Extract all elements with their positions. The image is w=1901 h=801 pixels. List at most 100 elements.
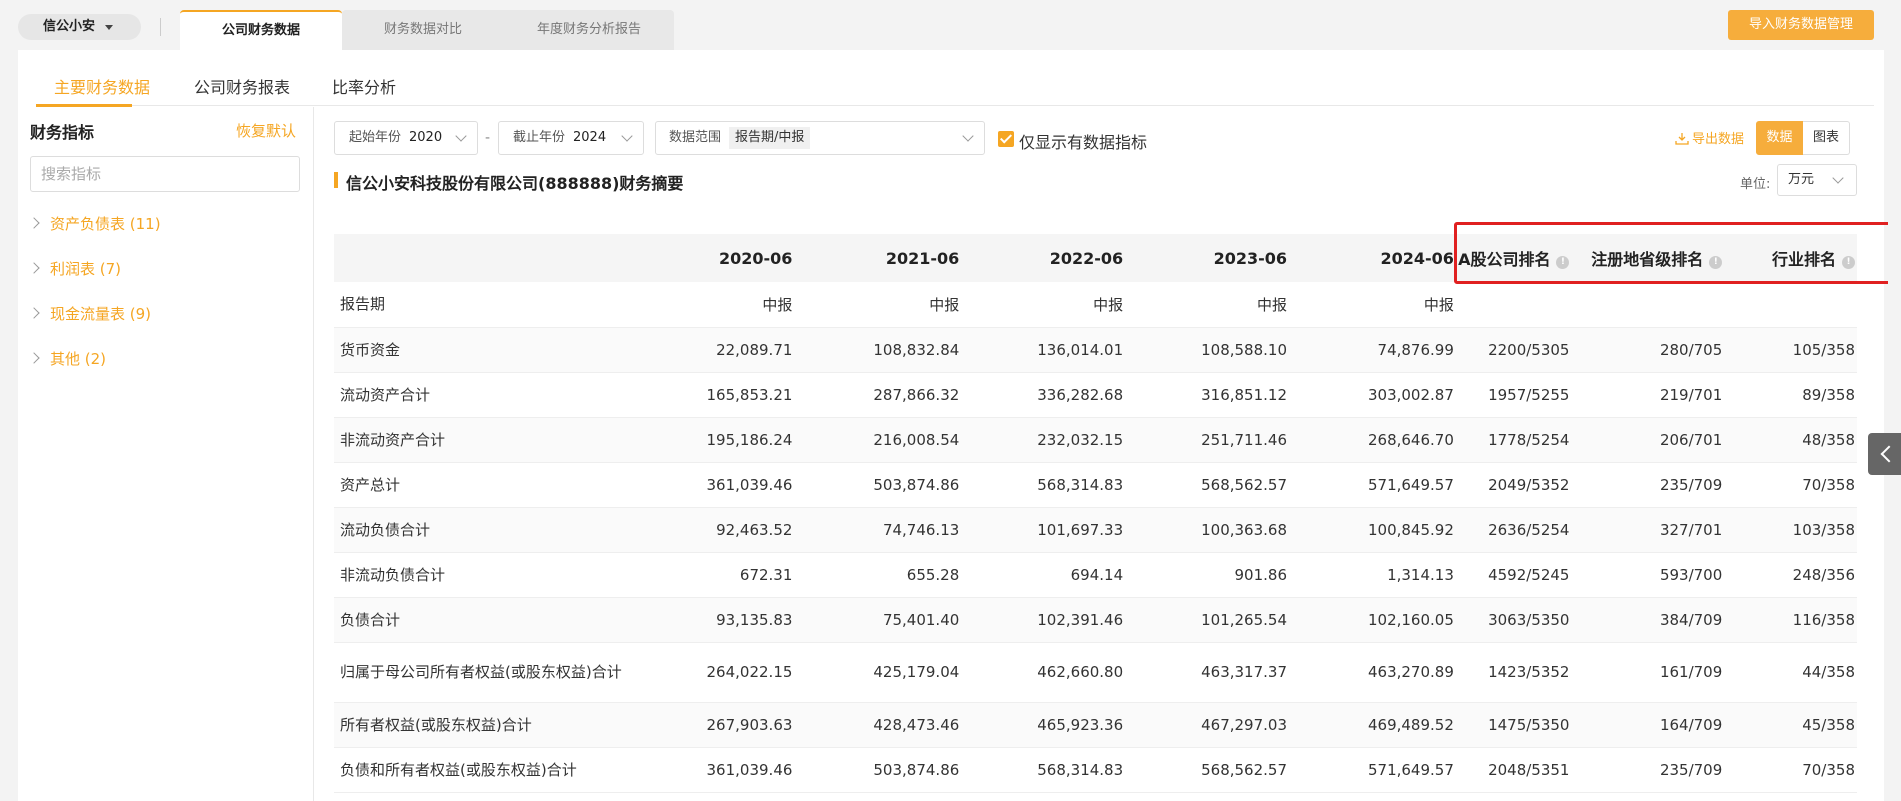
table-cell: 103/358 [1724, 507, 1857, 552]
indicator-sidebar: 财务指标 恢复默认 资产负债表 (11) 利润表 (7) 现金流量表 (9) 其… [18, 107, 314, 801]
view-data-button[interactable]: 数据 [1756, 121, 1803, 155]
tab-financial-comparison[interactable]: 财务数据对比 [342, 10, 504, 50]
table-cell [1724, 282, 1857, 327]
table-cell: 2636/5254 [1455, 507, 1572, 552]
sidebar-item-balance-sheet[interactable]: 资产负债表 (11) [28, 213, 161, 234]
table-cell [1455, 282, 1572, 327]
subtab-ratio-analysis[interactable]: 比率分析 [332, 74, 396, 98]
data-range-tag: 报告期/中报 [729, 127, 811, 149]
title-accent-bar [334, 172, 338, 188]
table-cell: 中报 [630, 282, 795, 327]
data-range-select[interactable]: 数据范围 报告期/中报 [655, 121, 985, 155]
table-cell: 384/709 [1571, 597, 1725, 642]
header-industry-rank: 行业排名! [1724, 234, 1857, 282]
info-icon[interactable]: ! [1709, 256, 1723, 269]
table-cell: 361,039.46 [630, 747, 795, 792]
table-cell: 101,265.54 [1125, 597, 1289, 642]
sidebar-item-label: 其他 (2) [50, 350, 107, 368]
table-cell: 93,135.83 [630, 597, 795, 642]
chevron-down-icon [962, 130, 974, 142]
tab-company-financial-data[interactable]: 公司财务数据 [180, 10, 342, 50]
table-cell: 469,489.52 [1289, 702, 1456, 747]
info-icon[interactable]: ! [1842, 256, 1855, 269]
table-cell: 206/701 [1571, 417, 1725, 462]
scrollbar[interactable] [1888, 0, 1901, 801]
table-cell: 1423/5352 [1455, 642, 1572, 702]
info-icon[interactable]: ! [1556, 256, 1570, 269]
table-cell: 316,851.12 [1125, 372, 1289, 417]
table-cell: 463,270.89 [1289, 642, 1456, 702]
table-cell: 102,391.46 [961, 597, 1126, 642]
table-row: 流动负债合计 92,463.52 74,746.13 101,697.33 100,36… [334, 507, 1857, 552]
only-data-checkbox[interactable] [998, 131, 1014, 147]
table-cell: 568,314.83 [961, 747, 1126, 792]
export-data-button[interactable]: 导出数据 [1675, 128, 1744, 147]
sidebar-title: 财务指标 [30, 123, 95, 142]
table-cell: 164/709 [1571, 702, 1725, 747]
end-year-select[interactable]: 截止年份 2024 [498, 121, 644, 155]
start-year-select[interactable]: 起始年份 2020 [334, 121, 478, 155]
caret-down-icon [105, 25, 113, 30]
company-switcher[interactable]: 信公小安 [18, 14, 141, 40]
chevron-right-icon [28, 307, 40, 319]
header-label: 行业排名 [1771, 250, 1836, 269]
table-cell: 4592/5245 [1455, 552, 1572, 597]
header-cell: 2023-06 [1125, 234, 1289, 282]
table-cell: 1,314.13 [1289, 552, 1456, 597]
row-label: 流动负债合计 [334, 507, 631, 552]
table-cell: 327/701 [1571, 507, 1725, 552]
view-toggle: 数据 图表 [1756, 121, 1850, 155]
unit-select[interactable]: 万元 [1777, 164, 1857, 196]
chevron-down-icon [455, 130, 467, 142]
sidebar-item-label: 资产负债表 (11) [50, 215, 161, 233]
end-year-label: 截止年份 [513, 130, 566, 145]
sidebar-item-cash-flow[interactable]: 现金流量表 (9) [28, 303, 151, 324]
table-cell: 428,473.46 [794, 702, 962, 747]
row-label: 报告期 [334, 282, 631, 327]
table-cell: 136,014.01 [961, 327, 1126, 372]
only-data-label: 仅显示有数据指标 [1019, 133, 1148, 152]
table-cell: 44/358 [1724, 642, 1857, 702]
table-cell: 303,002.87 [1289, 372, 1456, 417]
indicator-search-input[interactable] [30, 156, 300, 192]
header-province-rank: 注册地省级排名! [1571, 234, 1725, 282]
sub-tabs: 主要财务数据 公司财务报表 比率分析 [36, 50, 1874, 106]
subtab-main-data[interactable]: 主要财务数据 [54, 74, 150, 98]
table-cell: 503,874.86 [794, 462, 962, 507]
table-cell: 568,314.83 [961, 462, 1126, 507]
subtab-financial-statements[interactable]: 公司财务报表 [194, 74, 290, 98]
table-cell: 219/701 [1571, 372, 1725, 417]
main-panel: 主要财务数据 公司财务报表 比率分析 财务指标 恢复默认 资产负债表 (11) … [18, 50, 1884, 801]
table-row: 流动资产合计 165,853.21 287,866.32 336,282.68 316,… [334, 372, 1857, 417]
view-chart-button[interactable]: 图表 [1803, 121, 1850, 155]
tab-annual-report[interactable]: 年度财务分析报告 [504, 10, 674, 50]
chevron-down-icon [621, 130, 633, 142]
table-cell: 108,832.84 [794, 327, 962, 372]
sidebar-item-income-statement[interactable]: 利润表 (7) [28, 258, 121, 279]
export-label: 导出数据 [1692, 132, 1745, 147]
table-cell: 425,179.04 [794, 642, 962, 702]
table-cell: 463,317.37 [1125, 642, 1289, 702]
table-cell: 161/709 [1571, 642, 1725, 702]
side-panel-toggle[interactable] [1868, 433, 1901, 475]
sidebar-item-other[interactable]: 其他 (2) [28, 348, 107, 369]
table-row: 非流动负债合计 672.31 655.28 694.14 901.86 1,314.13 4… [334, 552, 1857, 597]
table-cell: 3063/5350 [1455, 597, 1572, 642]
table-cell: 100,845.92 [1289, 507, 1456, 552]
reset-default-link[interactable]: 恢复默认 [236, 120, 296, 141]
table-cell: 中报 [1125, 282, 1289, 327]
table-cell: 465,923.36 [961, 702, 1126, 747]
table-cell: 89/358 [1724, 372, 1857, 417]
table-row: 货币资金 22,089.71 108,832.84 136,014.01 108,588… [334, 327, 1857, 372]
table-cell: 195,186.24 [630, 417, 795, 462]
table-cell: 165,853.21 [630, 372, 795, 417]
divider [160, 18, 161, 36]
range-dash: - [485, 130, 491, 146]
table-cell: 672.31 [630, 552, 795, 597]
header-cell [334, 234, 631, 282]
header-cell: 2024-06 [1289, 234, 1456, 282]
table-row: 负债和所有者权益(或股东权益)合计 361,039.46 503,874.86 568… [334, 747, 1857, 792]
import-financial-data-button[interactable]: 导入财务数据管理 [1728, 10, 1874, 40]
header-cell: 2021-06 [794, 234, 962, 282]
table-cell: 568,562.57 [1125, 747, 1289, 792]
